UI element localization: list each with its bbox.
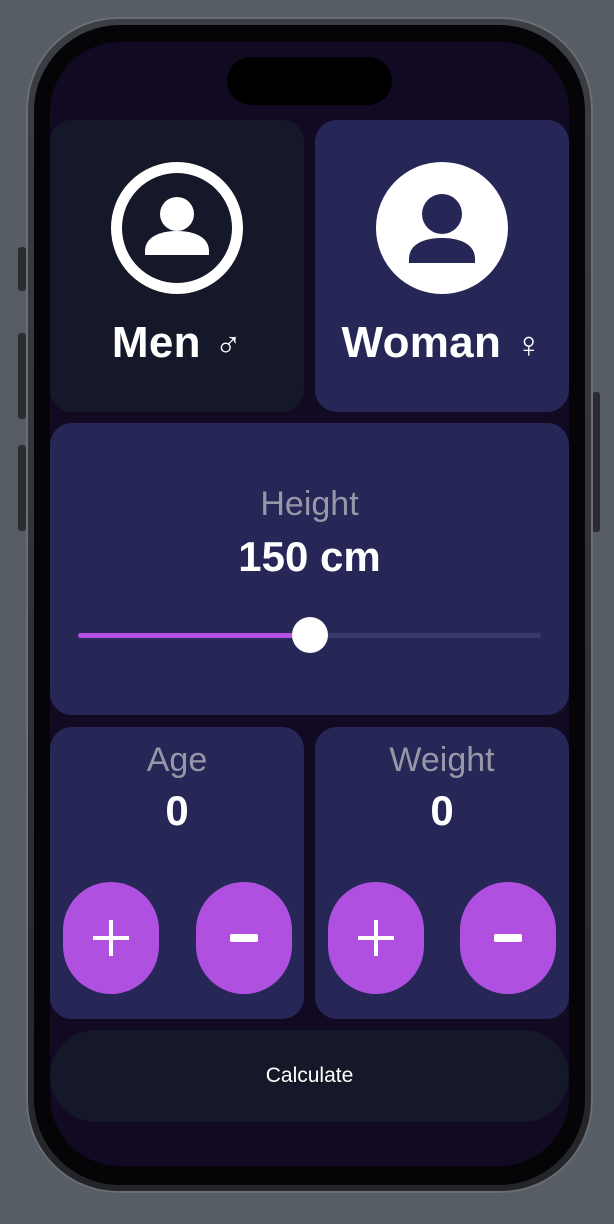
age-decrement-button[interactable] (196, 882, 292, 994)
height-card: Height 150 cm (50, 423, 569, 715)
height-value: 150 cm (238, 533, 381, 580)
volume-down-button (18, 445, 26, 531)
male-symbol-icon: ♂ (214, 324, 243, 365)
weight-value: 0 (430, 787, 454, 834)
plus-icon (93, 920, 129, 956)
height-slider-fill (78, 633, 310, 638)
age-value: 0 (165, 787, 189, 834)
weight-card: Weight 0 (315, 727, 569, 1019)
age-label: Age (146, 741, 208, 779)
power-button (592, 392, 600, 532)
gender-card-men[interactable]: Men ♂ (50, 120, 304, 412)
weight-label: Weight (389, 741, 495, 779)
minus-icon (226, 920, 262, 956)
gender-card-woman[interactable]: Woman ♀ (315, 120, 569, 412)
person-circle-filled-icon (376, 162, 508, 294)
female-symbol-icon: ♀ (515, 324, 543, 365)
gender-label-men: Men ♂ (50, 318, 304, 368)
weight-decrement-button[interactable] (460, 882, 556, 994)
person-circle-outline-icon (111, 162, 243, 294)
app-screen: Men ♂ Woman ♀ Height 150 cm Age 0 Weight… (50, 42, 569, 1166)
minus-icon (490, 920, 526, 956)
plus-icon (358, 920, 394, 956)
calculate-button[interactable]: Calculate (50, 1030, 569, 1122)
action-button (18, 247, 26, 291)
woman-label: Woman (341, 318, 502, 367)
men-label: Men (111, 318, 201, 367)
dynamic-island (227, 57, 392, 105)
gender-label-woman: Woman ♀ (315, 318, 569, 368)
age-increment-button[interactable] (63, 882, 159, 994)
height-slider-thumb[interactable] (291, 617, 328, 653)
height-slider[interactable] (78, 617, 541, 653)
age-card: Age 0 (50, 727, 304, 1019)
weight-increment-button[interactable] (328, 882, 424, 994)
calculate-label: Calculate (265, 1064, 354, 1087)
height-label: Height (260, 485, 359, 523)
volume-up-button (18, 333, 26, 419)
